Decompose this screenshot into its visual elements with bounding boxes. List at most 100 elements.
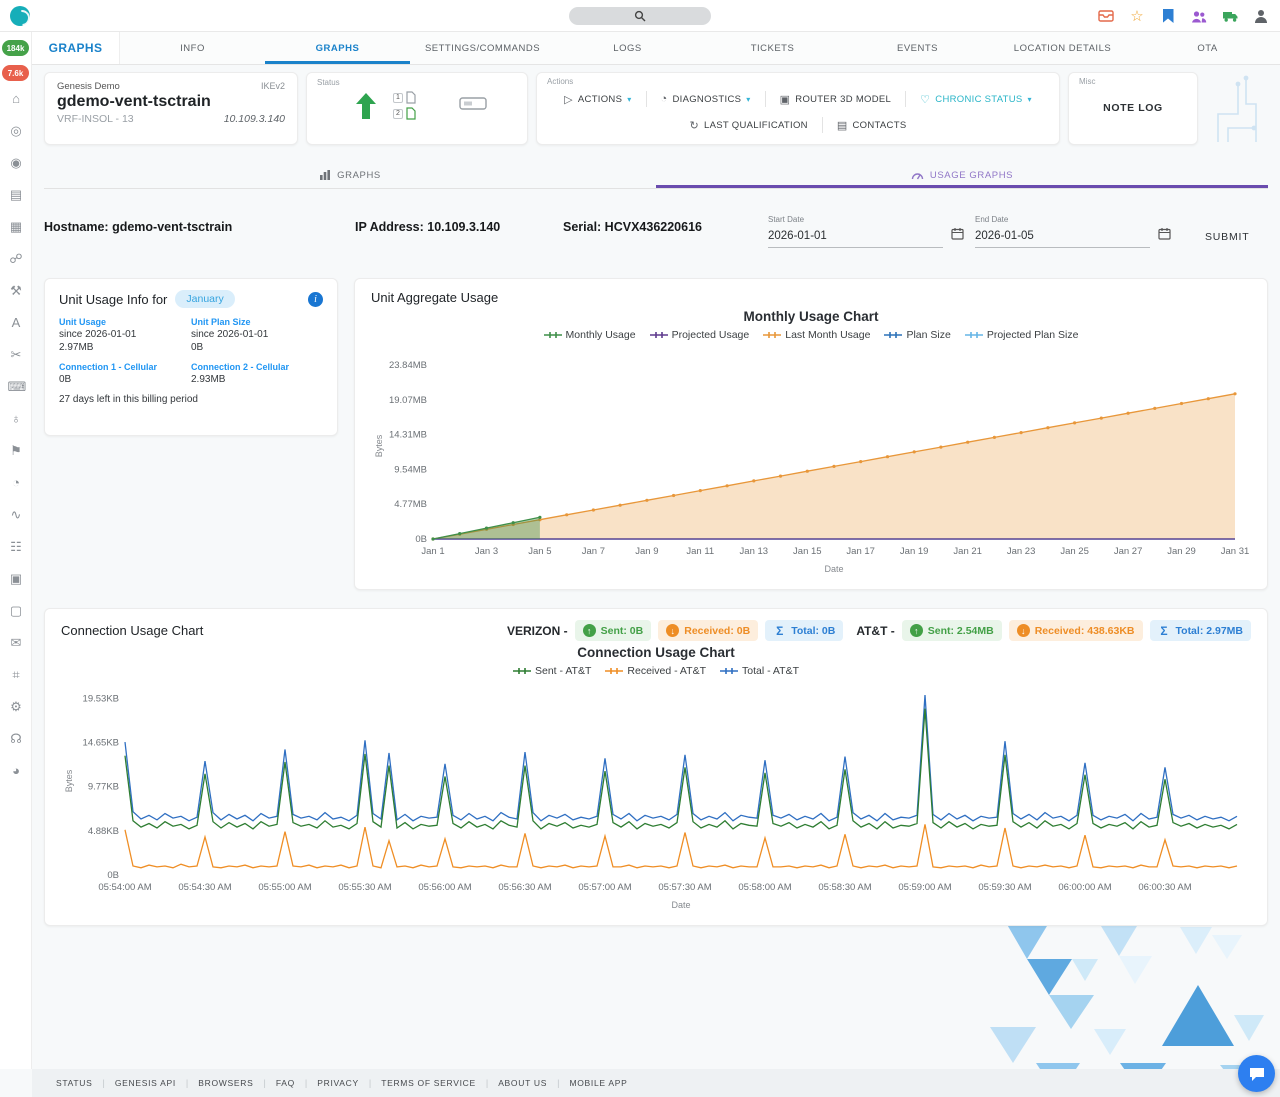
reports-icon[interactable]: ▣ <box>8 570 25 587</box>
chronic-status-button[interactable]: ♡CHRONIC STATUS▾ <box>906 93 1046 106</box>
integrations-icon[interactable]: ☊ <box>8 730 25 747</box>
device-ip: 10.109.3.140 <box>224 113 285 125</box>
calendar-icon[interactable] <box>951 227 964 248</box>
svg-text:Jan 21: Jan 21 <box>953 546 982 557</box>
svg-text:19.07MB: 19.07MB <box>389 395 427 406</box>
last-qualification-button[interactable]: ↻LAST QUALIFICATION <box>676 119 822 132</box>
tab-ota[interactable]: OTA <box>1135 32 1280 64</box>
actions-button[interactable]: ▷ACTIONS▾ <box>550 93 645 106</box>
svg-text:19.53KB: 19.53KB <box>83 694 119 705</box>
monthly-usage-chart: 0B4.77MB9.54MB14.31MB19.07MB23.84MBJan 1… <box>371 343 1251 580</box>
svg-text:Jan 31: Jan 31 <box>1221 546 1250 557</box>
star-icon[interactable]: ☆ <box>1128 7 1146 25</box>
sidebar-badge-green[interactable]: 184k <box>2 40 29 56</box>
clipper-icon[interactable]: ✂ <box>8 346 25 363</box>
usage-field: Unit Usage since 2026-01-01 2.97MB <box>59 317 191 353</box>
coverage-map-icon[interactable]: ◎ <box>8 122 25 139</box>
diagnostics-button[interactable]: ◔DIAGNOSTICS▾ <box>647 93 765 105</box>
globe-icon[interactable]: ♁ <box>8 410 25 427</box>
legend-item: Plan Size <box>884 329 950 341</box>
organization-icon[interactable]: ▤ <box>8 186 25 203</box>
history-icon[interactable]: ◔ <box>8 474 25 491</box>
footer-link-faq[interactable]: FAQ <box>276 1078 295 1088</box>
apps-icon[interactable]: ⌗ <box>8 666 25 683</box>
tab-info[interactable]: INFO <box>120 32 265 64</box>
svg-text:Bytes: Bytes <box>64 769 74 792</box>
divider: | <box>369 1078 371 1088</box>
footer-link-mobile-app[interactable]: MOBILE APP <box>569 1078 627 1088</box>
chat-button[interactable] <box>1238 1055 1275 1092</box>
contacts-icon[interactable]: ☷ <box>8 538 25 555</box>
flag-icon[interactable]: ⚑ <box>8 442 25 459</box>
messages-icon[interactable]: ✉ <box>8 634 25 651</box>
tab-location-details[interactable]: LOCATION DETAILS <box>990 32 1135 64</box>
carrier-stats: VERIZON -↑Sent: 0B↓Received: 0BΣTotal: 0… <box>501 620 1251 641</box>
footer: STATUS|GENESIS API|BROWSERS|FAQ|PRIVACY|… <box>32 1069 1280 1097</box>
footer-link-browsers[interactable]: BROWSERS <box>198 1078 253 1088</box>
fleet-icon[interactable] <box>1221 7 1239 25</box>
info-icon[interactable]: i <box>308 292 323 307</box>
tab-tickets[interactable]: TICKETS <box>700 32 845 64</box>
inventory-icon[interactable]: ▢ <box>8 602 25 619</box>
calendar-icon[interactable] <box>1158 227 1171 248</box>
field-since: since 2026-01-01 <box>59 329 191 340</box>
footer-link-privacy[interactable]: PRIVACY <box>317 1078 359 1088</box>
svg-text:05:56:30 AM: 05:56:30 AM <box>498 882 551 893</box>
footer-link-about-us[interactable]: ABOUT US <box>498 1078 547 1088</box>
page-title-tab[interactable]: GRAPHS <box>32 32 120 64</box>
svg-text:Jan 3: Jan 3 <box>475 546 498 557</box>
app-logo[interactable] <box>10 6 30 26</box>
footer-link-status[interactable]: STATUS <box>56 1078 92 1088</box>
search-bar[interactable] <box>569 7 711 25</box>
contacts-button[interactable]: ▤CONTACTS <box>823 119 921 132</box>
footer-link-genesis-api[interactable]: GENESIS API <box>115 1078 176 1088</box>
end-date-input[interactable]: 2026-01-05 <box>975 228 1150 248</box>
footer-links: STATUS|GENESIS API|BROWSERS|FAQ|PRIVACY|… <box>56 1078 627 1088</box>
tab-logs[interactable]: LOGS <box>555 32 700 64</box>
users-icon[interactable] <box>1190 7 1208 25</box>
svg-text:Date: Date <box>824 564 843 574</box>
billing-note: 27 days left in this billing period <box>59 394 323 405</box>
connection-usage-chart: 0B4.88KB9.77KB14.65KB19.53KB05:54:00 AM0… <box>61 679 1251 916</box>
start-date-input[interactable]: 2026-01-01 <box>768 228 943 248</box>
tools-icon[interactable]: ⚒ <box>8 282 25 299</box>
home-icon[interactable]: ⌂ <box>8 90 25 107</box>
decorative-circuit <box>1206 72 1268 145</box>
monthly-chart-title: Monthly Usage Chart <box>371 309 1251 324</box>
inbox-icon[interactable] <box>1097 7 1115 25</box>
settings-icon[interactable]: ⚙ <box>8 698 25 715</box>
svg-text:05:54:00 AM: 05:54:00 AM <box>98 882 151 893</box>
connections-icon[interactable]: ☍ <box>8 250 25 267</box>
subtab-graphs[interactable]: GRAPHS <box>44 162 656 188</box>
note-log-button[interactable]: NOTE LOG <box>1079 86 1187 130</box>
submit-button[interactable]: SUBMIT <box>1205 231 1249 243</box>
chip-label: Sent: 0B <box>601 625 644 637</box>
tab-settings-commands[interactable]: SETTINGS/COMMANDS <box>410 32 555 64</box>
month-chip[interactable]: January <box>175 290 234 308</box>
svg-text:14.65KB: 14.65KB <box>83 738 119 749</box>
bookmark-icon[interactable] <box>1159 7 1177 25</box>
account-icon[interactable] <box>1252 7 1270 25</box>
sim-number: 1 <box>393 93 403 103</box>
sent-chip: ↑Sent: 0B <box>575 620 652 641</box>
play-icon: ▷ <box>564 93 573 106</box>
tab-events[interactable]: EVENTS <box>845 32 990 64</box>
subtab-usage-graphs[interactable]: USAGE GRAPHS <box>656 162 1268 188</box>
router-3d-model-button[interactable]: ▣ROUTER 3D MODEL <box>766 93 906 106</box>
location-icon[interactable]: ◉ <box>8 154 25 171</box>
typography-icon[interactable]: A <box>8 314 25 331</box>
devices-icon[interactable]: ▦ <box>8 218 25 235</box>
terminal-icon[interactable]: ⌨ <box>8 378 25 395</box>
actions-label: Actions <box>547 77 1049 86</box>
signal-icon[interactable]: ∿ <box>8 506 25 523</box>
sidebar-badge-red[interactable]: 7.6k <box>2 65 29 81</box>
footer-link-terms-of-service[interactable]: TERMS OF SERVICE <box>381 1078 476 1088</box>
device-name: gdemo-vent-tsctrain <box>57 93 285 111</box>
usage-icon[interactable]: ◕ <box>8 762 25 779</box>
tab-graphs[interactable]: GRAPHS <box>265 32 410 64</box>
chat-icon <box>1248 1066 1266 1082</box>
svg-text:05:56:00 AM: 05:56:00 AM <box>418 882 471 893</box>
subtab-graphs-label: GRAPHS <box>337 170 381 181</box>
gauge-icon <box>911 169 924 181</box>
svg-text:4.88KB: 4.88KB <box>88 826 119 837</box>
